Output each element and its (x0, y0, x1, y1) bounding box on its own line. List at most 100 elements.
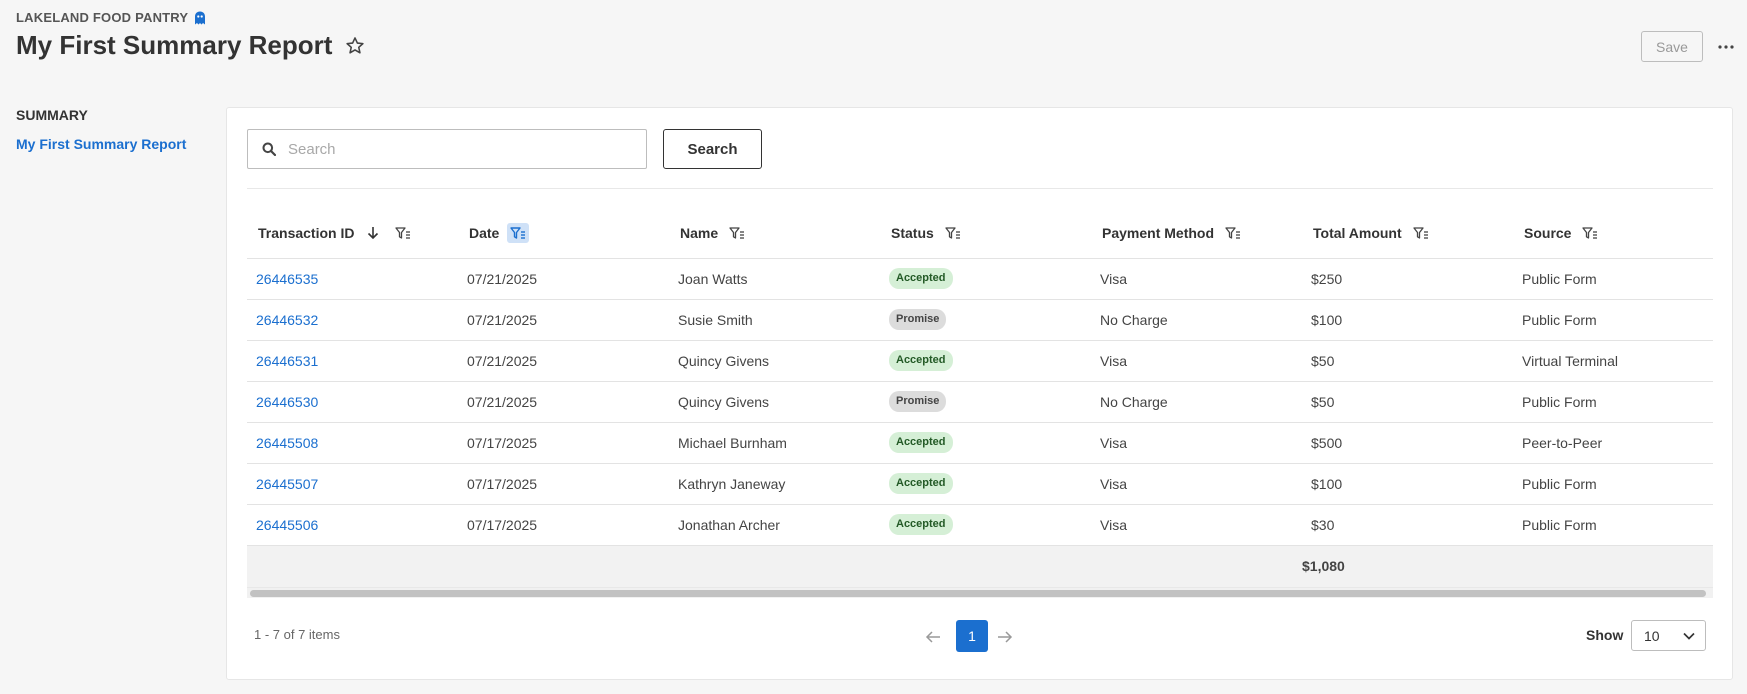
search-button[interactable]: Search (663, 129, 762, 169)
cell-source: Virtual Terminal (1513, 340, 1713, 382)
cell-name: Kathryn Janeway (669, 463, 880, 505)
cell-date: 07/17/2025 (458, 422, 669, 464)
cell-source: Public Form (1513, 258, 1713, 300)
total-empty-cell (247, 545, 458, 587)
filter-icon[interactable] (392, 223, 414, 243)
status-badge: Accepted (889, 473, 953, 494)
total-empty-cell (458, 545, 669, 587)
transaction-link[interactable]: 26446530 (256, 394, 318, 410)
cell-date: 07/21/2025 (458, 258, 669, 300)
scrollbar-thumb[interactable] (250, 590, 1706, 597)
transaction-link[interactable]: 26446535 (256, 271, 318, 287)
search-input[interactable] (288, 140, 618, 158)
save-button[interactable]: Save (1641, 31, 1703, 62)
cell-payment-method: Visa (1091, 422, 1302, 464)
cell-payment-method: Visa (1091, 504, 1302, 546)
sidebar-item-report[interactable]: My First Summary Report (16, 136, 186, 152)
total-empty-cell (1091, 545, 1302, 587)
search-box[interactable] (247, 129, 647, 169)
ghost-icon (195, 11, 206, 24)
cell-transaction-id: 26446531 (247, 340, 458, 382)
column-header-transaction-id[interactable]: Transaction ID (247, 209, 458, 259)
filter-icon[interactable] (1222, 223, 1244, 243)
column-header-total-amount[interactable]: Total Amount (1302, 209, 1513, 259)
status-badge: Promise (889, 391, 947, 412)
cell-status: Accepted (880, 504, 1091, 546)
cell-source: Peer-to-Peer (1513, 422, 1713, 464)
table-row: 26445506 07/17/2025 Jonathan Archer Acce… (247, 504, 1713, 546)
column-label: Status (891, 225, 934, 242)
cell-name: Quincy Givens (669, 381, 880, 423)
cell-status: Promise (880, 381, 1091, 423)
filter-icon[interactable] (1579, 223, 1601, 243)
total-empty-cell (880, 545, 1091, 587)
cell-total-amount: $30 (1302, 504, 1513, 546)
column-header-date[interactable]: Date (458, 209, 669, 259)
cell-total-amount: $100 (1302, 299, 1513, 341)
column-header-source[interactable]: Source (1513, 209, 1713, 259)
transaction-link[interactable]: 26446532 (256, 312, 318, 328)
page-button-current[interactable]: 1 (956, 620, 988, 652)
cell-name: Quincy Givens (669, 340, 880, 382)
cell-status: Accepted (880, 258, 1091, 300)
more-options-icon[interactable] (1717, 36, 1735, 58)
cell-status: Accepted (880, 463, 1091, 505)
cell-name: Michael Burnham (669, 422, 880, 464)
table-row: 26446531 07/21/2025 Quincy Givens Accept… (247, 340, 1713, 382)
column-header-name[interactable]: Name (669, 209, 880, 259)
prev-page-icon[interactable] (923, 627, 943, 647)
cell-total-amount: $500 (1302, 422, 1513, 464)
status-badge: Accepted (889, 268, 953, 289)
org-header: LAKELAND FOOD PANTRY (16, 10, 206, 25)
transactions-table: Transaction ID Date Name Status Payment … (247, 209, 1713, 587)
sort-descending-icon[interactable] (362, 223, 384, 243)
cell-transaction-id: 26445506 (247, 504, 458, 546)
transaction-link[interactable]: 26445507 (256, 476, 318, 492)
table-row: 26446532 07/21/2025 Susie Smith Promise … (247, 299, 1713, 341)
page-size-select[interactable]: 10 (1631, 620, 1706, 651)
cell-status: Promise (880, 299, 1091, 341)
cell-name: Joan Watts (669, 258, 880, 300)
cell-payment-method: Visa (1091, 340, 1302, 382)
table-row: 26446530 07/21/2025 Quincy Givens Promis… (247, 381, 1713, 423)
column-label: Name (680, 225, 719, 242)
next-page-icon[interactable] (995, 627, 1015, 647)
cell-date: 07/21/2025 (458, 299, 669, 341)
column-label: Transaction ID (258, 225, 355, 242)
cell-payment-method: Visa (1091, 463, 1302, 505)
total-empty-cell (1513, 545, 1713, 587)
transaction-link[interactable]: 26445506 (256, 517, 318, 533)
column-header-status[interactable]: Status (880, 209, 1091, 259)
page-size-value: 10 (1644, 627, 1660, 644)
cell-payment-method: No Charge (1091, 381, 1302, 423)
cell-date: 07/17/2025 (458, 463, 669, 505)
transaction-link[interactable]: 26445508 (256, 435, 318, 451)
total-row: $1,080 (247, 545, 1713, 587)
column-header-payment-method[interactable]: Payment Method (1091, 209, 1302, 259)
filter-icon[interactable] (1410, 223, 1432, 243)
status-badge: Accepted (889, 432, 953, 453)
transactions-table-wrap: Transaction ID Date Name Status Payment … (247, 209, 1713, 598)
search-icon (262, 142, 276, 156)
cell-transaction-id: 26445508 (247, 422, 458, 464)
cell-date: 07/21/2025 (458, 381, 669, 423)
star-icon[interactable] (344, 35, 366, 57)
cell-name: Jonathan Archer (669, 504, 880, 546)
transaction-link[interactable]: 26446531 (256, 353, 318, 369)
pagination-info: 1 - 7 of 7 items (254, 627, 340, 642)
horizontal-scrollbar[interactable] (247, 587, 1713, 598)
cell-source: Public Form (1513, 504, 1713, 546)
total-empty-cell (669, 545, 880, 587)
filter-icon[interactable] (942, 223, 964, 243)
table-header-row: Transaction ID Date Name Status Payment … (247, 209, 1713, 259)
cell-date: 07/17/2025 (458, 504, 669, 546)
table-row: 26446535 07/21/2025 Joan Watts Accepted … (247, 258, 1713, 300)
cell-payment-method: No Charge (1091, 299, 1302, 341)
filter-icon[interactable] (726, 223, 748, 243)
cell-transaction-id: 26446535 (247, 258, 458, 300)
show-label: Show (1586, 627, 1624, 643)
cell-transaction-id: 26446530 (247, 381, 458, 423)
page-title: My First Summary Report (16, 30, 333, 60)
filter-active-icon[interactable] (507, 223, 530, 244)
cell-source: Public Form (1513, 381, 1713, 423)
